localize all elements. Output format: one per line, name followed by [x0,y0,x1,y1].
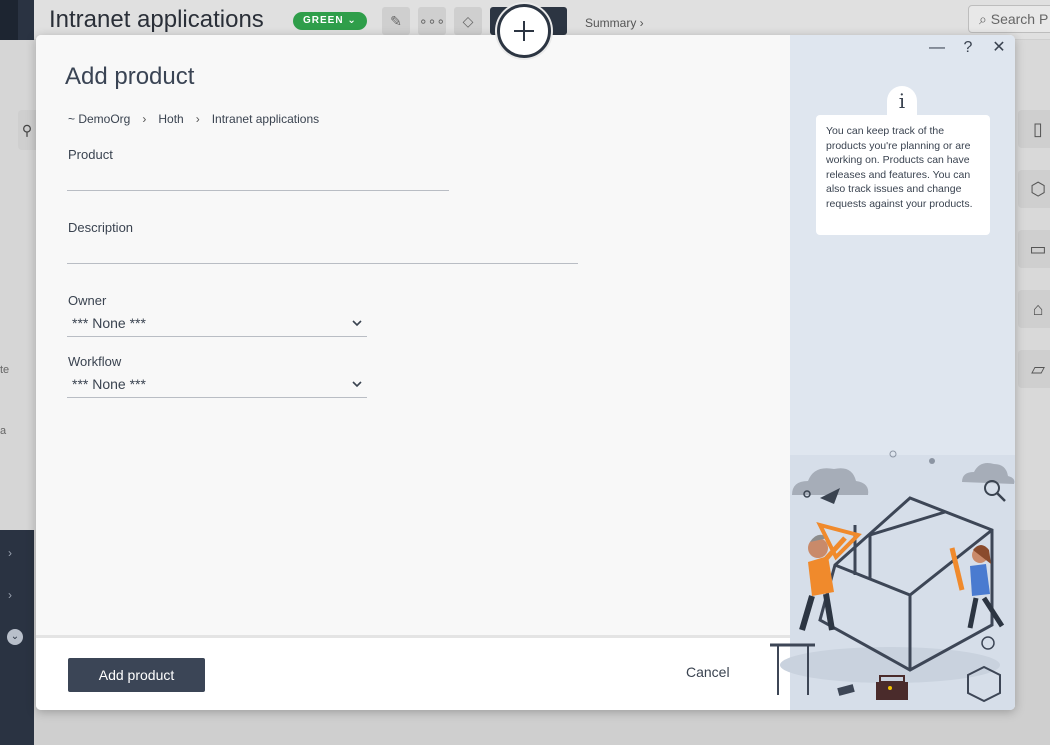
chevron-right-icon[interactable]: › [8,588,12,602]
box-icon[interactable]: ⬡ [1018,170,1050,208]
chevron-down-icon [352,381,362,388]
add-product-button[interactable]: Add product [68,658,205,692]
modal-footer: Add product Cancel [36,635,790,710]
app-title: Intranet applications [49,6,264,33]
breadcrumb-item[interactable]: ~ DemoOrg [68,112,130,126]
modal-form-area: Add product ~ DemoOrg › Hoth › Intranet … [36,35,790,710]
product-input[interactable] [67,167,449,191]
book-icon[interactable]: ▯ [1018,110,1050,148]
chevron-right-icon: › [195,112,200,126]
breadcrumb-item[interactable]: Intranet applications [212,112,319,126]
workflow-select-value: *** None *** [72,376,146,392]
edit-icon[interactable]: ✎ [382,7,410,35]
bell-icon[interactable]: ⌂ [1018,290,1050,328]
chevron-right-icon: › [142,112,147,126]
breadcrumb: ~ DemoOrg › Hoth › Intranet applications [68,112,319,126]
chevron-right-icon[interactable]: › [8,546,12,560]
tree-icon[interactable]: ⚲ [18,110,36,150]
owner-select-value: *** None *** [72,315,146,331]
workflow-select[interactable]: *** None *** [67,372,367,398]
product-illustration [770,450,1015,703]
folder-icon[interactable]: ▱ [1018,350,1050,388]
owner-label: Owner [68,293,107,308]
search-icon: ⌕ [979,11,987,27]
description-input[interactable] [67,240,578,264]
product-label: Product [68,147,113,162]
left-text: a [0,425,7,437]
chevron-down-icon [352,320,362,327]
breadcrumb-item[interactable]: Hoth [158,112,183,126]
help-icon[interactable]: ? [959,39,977,57]
plus-icon [514,21,534,41]
summary-link[interactable]: Summary › [585,16,644,30]
search-input[interactable]: ⌕ Search P [968,5,1050,33]
modal-title: Add product [65,63,195,90]
description-label: Description [68,220,134,235]
add-button[interactable] [497,4,551,58]
tag-icon[interactable]: ◇ [454,7,482,35]
more-icon[interactable]: ∘∘∘ [418,7,446,35]
cancel-button[interactable]: Cancel [686,664,730,680]
brick-icon[interactable]: ▭ [1018,230,1050,268]
info-icon: i [887,86,917,118]
minimize-icon[interactable]: — [928,39,946,57]
owner-select[interactable]: *** None *** [67,311,367,337]
chevron-down-icon[interactable]: ⌄ [7,629,23,645]
workflow-label: Workflow [68,354,122,369]
help-text: You can keep track of the products you'r… [816,115,990,235]
close-icon[interactable]: ✕ [990,39,1008,57]
left-text: te [0,364,10,376]
status-badge[interactable]: GREEN ⌄ [293,12,367,30]
